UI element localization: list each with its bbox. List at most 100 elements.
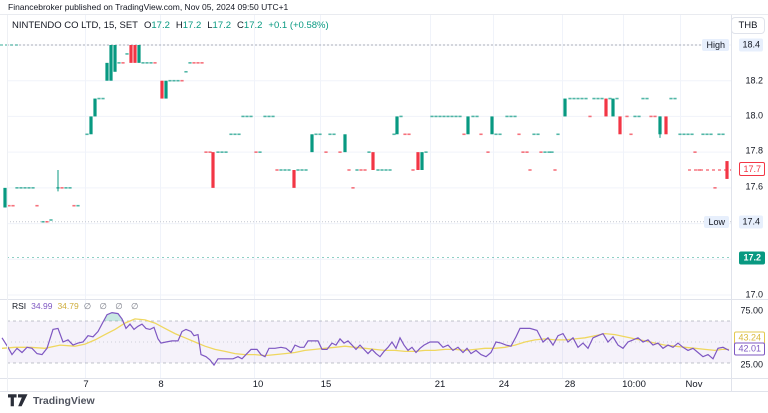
time-axis-label: Nov [686, 378, 703, 391]
candle-body [60, 187, 63, 189]
candle-body [678, 133, 681, 135]
candle-body [371, 152, 374, 170]
time-axis-label: 15 [321, 378, 332, 391]
tradingview-logo-text: TradingView [33, 395, 95, 407]
ohlc-key: C [237, 20, 244, 31]
candle-body [450, 116, 453, 118]
candle-body [287, 169, 290, 171]
candle-body [129, 45, 132, 63]
candle-body [216, 151, 219, 153]
candle-body [172, 80, 175, 82]
candle-body [454, 116, 457, 118]
candle-body [588, 116, 591, 118]
candle-body [105, 63, 108, 81]
price-axis-label: 18.0 [745, 111, 763, 122]
price-axis-label-highlight: 17.4 [739, 216, 763, 229]
candle-body [72, 205, 75, 207]
candle-body [532, 133, 535, 135]
candle-body [283, 169, 286, 171]
candle-body [89, 116, 92, 134]
ohlc-values: O17.2H17.2L17.2C17.2 [138, 20, 262, 31]
candle-body [673, 98, 676, 100]
candle-body [137, 45, 140, 63]
candle-body [11, 205, 14, 207]
candle-body [420, 152, 423, 170]
candle-body [576, 98, 579, 100]
candle-body [145, 62, 148, 64]
ohlc-key: H [176, 20, 183, 31]
candle-body [328, 133, 331, 135]
candle-body [376, 169, 379, 171]
candle-body [23, 187, 26, 189]
price-axis-label: 17.0 [745, 290, 763, 301]
candle-body [97, 98, 100, 100]
candle-body [572, 98, 575, 100]
candle-body [509, 116, 512, 118]
candle-body [355, 169, 358, 171]
candle-body [580, 98, 583, 100]
candle-body [85, 133, 88, 135]
candle-body [254, 151, 257, 153]
candle-body [249, 116, 252, 118]
candle-body [279, 169, 282, 171]
candle-body [275, 169, 278, 171]
candle-body [359, 169, 362, 171]
rsi-label[interactable]: RSI [12, 301, 26, 311]
candle-body [547, 151, 550, 153]
candle-body [380, 169, 383, 171]
candle-body [658, 116, 661, 134]
candle-body [592, 98, 595, 100]
candle-body [517, 133, 520, 135]
candle-body [528, 169, 531, 171]
candle-body [141, 62, 144, 64]
candle-body [490, 116, 493, 134]
candle-body [384, 169, 387, 171]
candle-body [600, 98, 603, 100]
candle-body [56, 187, 59, 189]
candle-body [237, 133, 240, 135]
candle-body [164, 81, 167, 99]
ohlc-value: 17.2 [183, 20, 202, 31]
candle-body [388, 169, 391, 171]
candle-body [208, 151, 211, 153]
attribution-text: Financebroker published on TradingView.c… [8, 2, 288, 12]
candle-body [176, 80, 179, 82]
currency-button[interactable]: THB [731, 17, 765, 34]
candle-body [399, 116, 402, 118]
candle-body [332, 133, 335, 135]
candle-body [690, 133, 693, 135]
time-axis-label: 7 [83, 378, 88, 391]
candle-body [618, 116, 621, 134]
tradingview-logo-icon [8, 394, 28, 407]
tradingview-logo[interactable]: TradingView [8, 394, 95, 407]
candle-body [153, 62, 156, 64]
candle-body [693, 151, 696, 153]
candle-body [211, 152, 214, 188]
candle-body [563, 99, 566, 117]
candle-body [200, 62, 203, 64]
candle-body [395, 116, 398, 134]
candle-body [669, 98, 672, 100]
attribution-bar: Financebroker published on TradingView.c… [0, 0, 768, 15]
candle-body [475, 116, 478, 118]
candle-body [709, 133, 712, 135]
candle-body [367, 151, 370, 153]
candle-body [525, 151, 528, 153]
candle-body [604, 99, 607, 117]
candle-body [19, 187, 22, 189]
candle-body [611, 99, 614, 117]
candle-body [442, 116, 445, 118]
candle-body [471, 116, 474, 118]
candle-body [245, 116, 248, 118]
candle-body [725, 161, 728, 179]
candle-body [505, 116, 508, 118]
rsi-axis-label: 25.00 [740, 360, 763, 371]
symbol-title[interactable]: NINTENDO CO LTD, 15, SET [12, 20, 138, 31]
candle-body [584, 98, 587, 100]
candle-body [721, 133, 724, 135]
candle-body [318, 133, 321, 135]
time-axis-label: 8 [158, 378, 163, 391]
chart-canvas[interactable] [0, 0, 768, 413]
candle-body [424, 151, 427, 153]
candle-body [310, 134, 313, 152]
